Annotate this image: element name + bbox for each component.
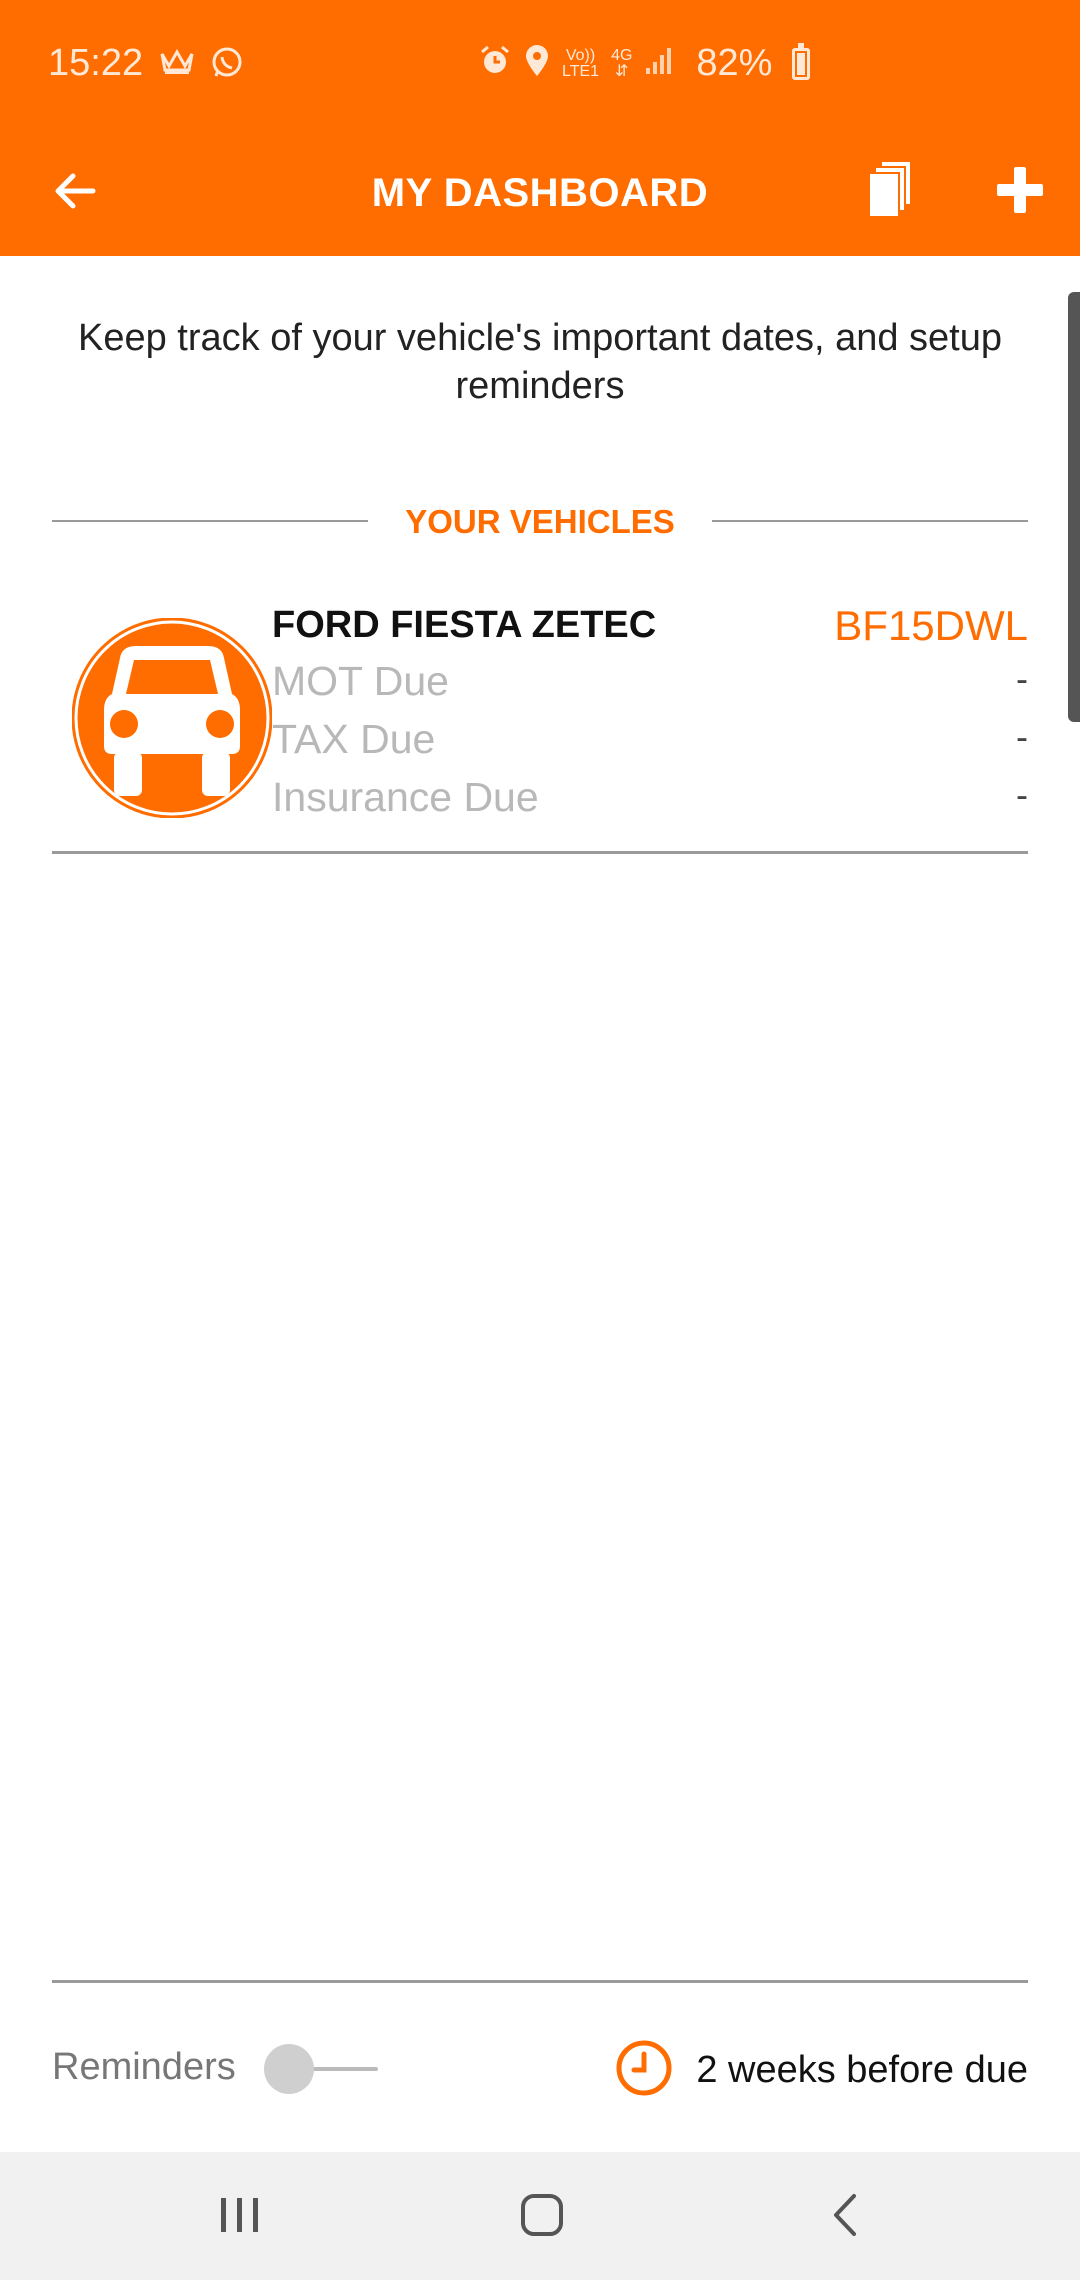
plus-icon — [995, 165, 1045, 220]
signal-icon — [644, 46, 674, 81]
reminders-label: Reminders — [52, 2046, 236, 2088]
recent-apps-button[interactable] — [200, 2182, 280, 2252]
battery-percent: 82% — [696, 42, 773, 84]
due-label: MOT Due — [272, 658, 449, 704]
alarm-icon — [478, 44, 512, 83]
due-label: Insurance Due — [272, 774, 539, 820]
app-bar: MY DASHBOARD — [0, 130, 1080, 256]
volte-label: Vo)) — [565, 46, 596, 64]
divider — [52, 1980, 1028, 1983]
scroll-indicator[interactable] — [1068, 292, 1080, 722]
reminders-toggle[interactable] — [264, 2044, 378, 2094]
network-gen-label: 4G — [611, 46, 633, 64]
dashboard-screen: 15:22 Vo)) LTE1 4G ⇵ 82% MY DASHBOARD Ke… — [0, 0, 1080, 2280]
due-value: - — [1016, 774, 1028, 815]
section-title: YOUR VEHICLES — [405, 503, 675, 540]
back-icon — [826, 2192, 866, 2243]
reminder-timing[interactable]: 2 weeks before due — [614, 2040, 1028, 2100]
section-header: YOUR VEHICLES — [52, 500, 1028, 544]
whatsapp-icon — [210, 46, 244, 85]
due-label: TAX Due — [272, 716, 436, 762]
documents-button[interactable] — [852, 152, 932, 232]
vehicle-name: FORD FIESTA ZETEC — [272, 604, 657, 646]
car-icon — [71, 617, 273, 819]
intro-text: Keep track of your vehicle's important d… — [78, 317, 1002, 407]
due-value: - — [1016, 716, 1028, 757]
system-nav-bar — [0, 2152, 1080, 2280]
system-back-button[interactable] — [806, 2182, 886, 2252]
home-icon — [519, 2192, 565, 2243]
due-row-tax: TAX Due - — [272, 716, 1028, 766]
lte-label: LTE1 — [562, 62, 600, 80]
crown-icon — [160, 46, 194, 85]
divider — [712, 520, 1028, 522]
vehicle-card[interactable]: FORD FIESTA ZETEC BF15DWL MOT Due - TAX … — [52, 598, 1028, 854]
status-bar: 15:22 Vo)) LTE1 4G ⇵ 82% — [0, 0, 1080, 130]
battery-icon — [792, 42, 811, 80]
reminders-bar: Reminders 2 weeks before due — [52, 2040, 1028, 2100]
recent-apps-icon — [217, 2194, 263, 2241]
due-value: - — [1016, 658, 1028, 699]
add-vehicle-button[interactable] — [980, 152, 1060, 232]
vehicle-plate: BF15DWL — [834, 602, 1028, 649]
status-time: 15:22 — [48, 42, 144, 84]
documents-icon — [867, 159, 917, 226]
home-button[interactable] — [502, 2182, 582, 2252]
due-row-mot: MOT Due - — [272, 658, 1028, 708]
clock-icon — [614, 2038, 674, 2103]
due-row-insurance: Insurance Due - — [272, 774, 1028, 824]
data-arrows-icon: ⇵ — [615, 62, 629, 80]
reminder-timing-text: 2 weeks before due — [696, 2048, 1028, 2091]
header: 15:22 Vo)) LTE1 4G ⇵ 82% MY DASHBOARD — [0, 0, 1080, 256]
location-icon — [524, 44, 550, 83]
